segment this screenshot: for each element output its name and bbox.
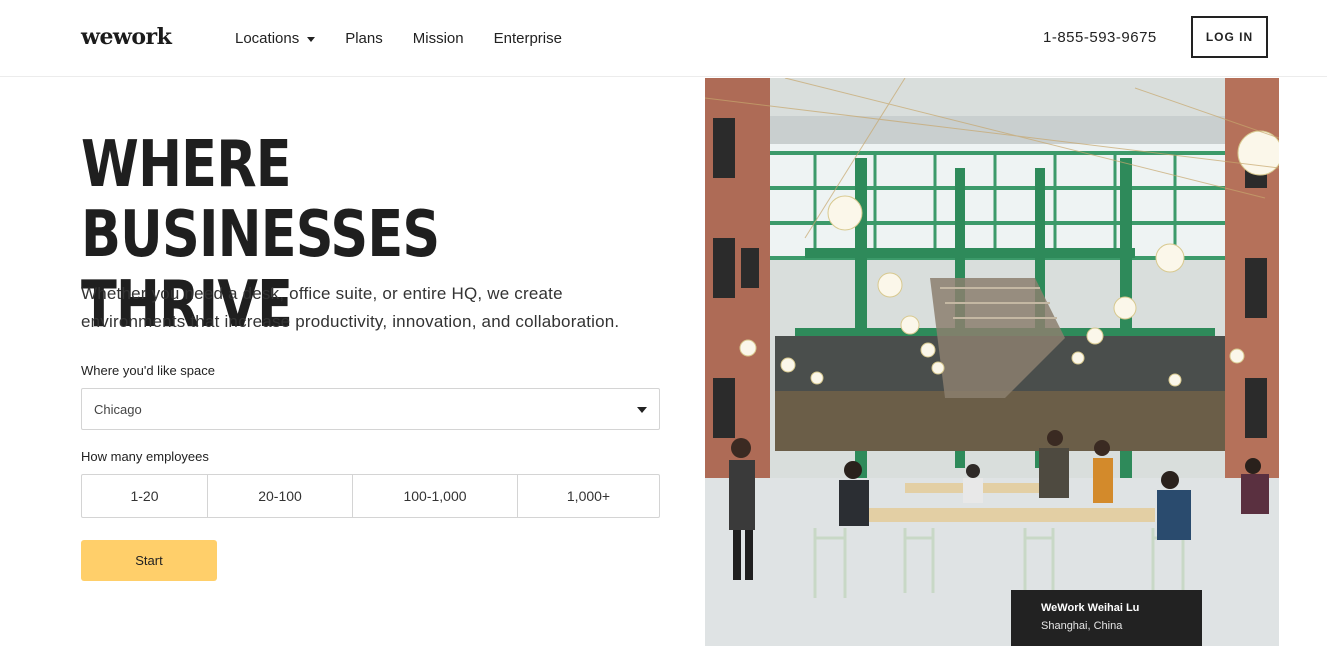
coworking-atrium-illustration bbox=[705, 78, 1279, 646]
nav-locations[interactable]: Locations bbox=[235, 30, 316, 47]
hero-subtitle-line-1: Whether you need a desk, office suite, o… bbox=[81, 284, 563, 303]
location-select[interactable]: Chicago bbox=[81, 388, 660, 430]
hero-subtitle-line-2: environments that increase productivity,… bbox=[81, 312, 620, 331]
location-select-value: Chicago bbox=[94, 401, 142, 417]
nav-plans[interactable]: Plans bbox=[345, 30, 383, 47]
employee-count-selector: 1-20 20-100 100-1,000 1,000+ bbox=[81, 474, 660, 518]
wework-logo[interactable]: wework bbox=[81, 24, 172, 50]
employee-option-100-1000[interactable]: 100-1,000 bbox=[353, 475, 518, 517]
phone-number[interactable]: 1-855-593-9675 bbox=[1043, 29, 1157, 46]
employee-option-20-100[interactable]: 20-100 bbox=[208, 475, 353, 517]
chevron-down-icon bbox=[637, 407, 647, 413]
employee-option-1-20[interactable]: 1-20 bbox=[82, 475, 208, 517]
hero-title-line-1: WHERE BUSINESSES bbox=[81, 128, 440, 272]
chevron-down-icon bbox=[307, 37, 316, 42]
nav-mission[interactable]: Mission bbox=[413, 30, 464, 47]
caption-title: WeWork Weihai Lu bbox=[1041, 602, 1140, 614]
employee-option-1000-plus[interactable]: 1,000+ bbox=[518, 475, 659, 517]
hero-subtitle: Whether you need a desk, office suite, o… bbox=[81, 280, 681, 336]
employees-label: How many employees bbox=[81, 449, 209, 464]
nav-locations-label: Locations bbox=[235, 30, 300, 47]
nav-enterprise[interactable]: Enterprise bbox=[494, 30, 562, 47]
main-nav: Locations Plans Mission Enterprise bbox=[235, 30, 592, 47]
hero-photo bbox=[705, 78, 1279, 646]
site-header: wework Locations Plans Mission Enterpris… bbox=[0, 0, 1327, 77]
photo-caption: WeWork Weihai Lu Shanghai, China bbox=[1011, 590, 1202, 646]
location-label: Where you'd like space bbox=[81, 363, 215, 378]
login-button[interactable]: LOG IN bbox=[1191, 16, 1268, 58]
start-button[interactable]: Start bbox=[81, 540, 217, 581]
caption-location: Shanghai, China bbox=[1041, 620, 1123, 632]
